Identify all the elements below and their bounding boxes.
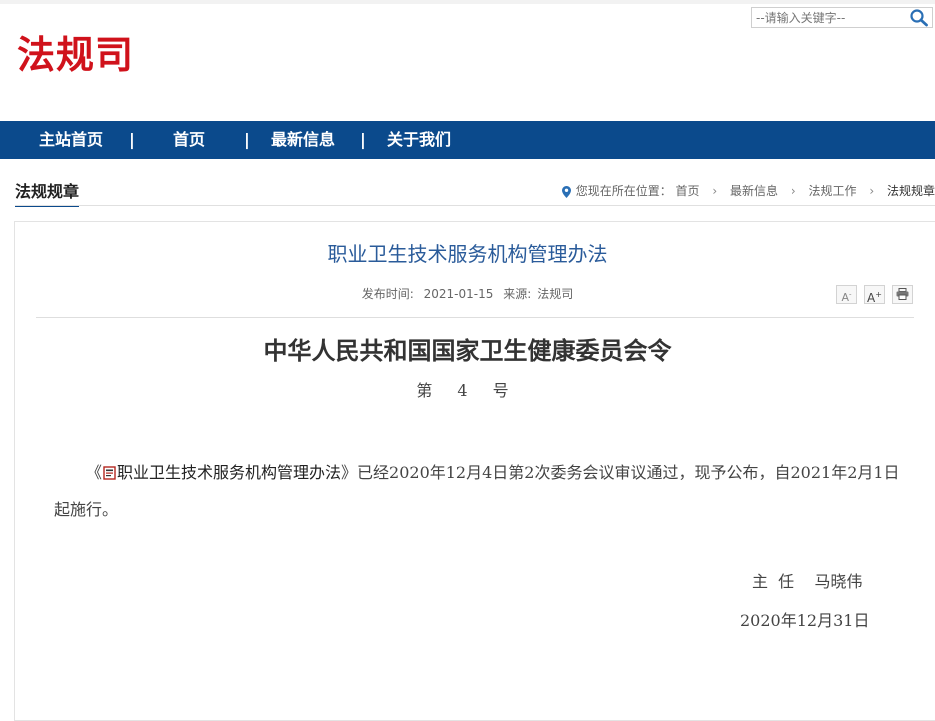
print-button[interactable]	[892, 285, 913, 304]
font-increase-button[interactable]: A+	[864, 285, 885, 305]
order-body: 《职业卫生技术服务机构管理办法》已经2020年12月4日第2次委务会议审议通过，…	[54, 454, 904, 528]
nav-separator: |	[244, 130, 250, 149]
breadcrumb-prefix: 您现在所在位置：	[575, 184, 672, 198]
body-open-bracket: 《	[86, 463, 103, 482]
breadcrumb: 您现在所在位置： 首页 › 最新信息 › 法规工作 › 法规规章	[561, 183, 935, 199]
breadcrumb-legal-work[interactable]: 法规工作	[809, 184, 857, 198]
order-date: 2020年12月31日	[740, 611, 870, 630]
source-label: 来源:	[503, 287, 532, 301]
nav-item-main-site-home[interactable]: 主站首页	[39, 121, 103, 159]
chevron-right-icon: ›	[790, 184, 796, 198]
order-title: 中华人民共和国国家卫生健康委员会令	[263, 336, 672, 365]
search-input[interactable]	[754, 9, 908, 26]
search-button[interactable]	[908, 8, 932, 27]
search-icon	[910, 9, 928, 27]
font-decrease-button[interactable]: A-	[836, 285, 857, 304]
section-divider	[15, 205, 935, 206]
regulation-link[interactable]: 职业卫生技术服务机构管理办法	[102, 463, 341, 482]
nav-separator: |	[129, 130, 135, 149]
publish-label: 发布时间:	[361, 287, 414, 301]
top-strip	[0, 0, 935, 4]
signature: 主 任 马晓伟	[752, 570, 863, 594]
print-icon	[896, 288, 909, 300]
nav-separator: |	[360, 130, 366, 149]
article-meta: 发布时间: 2021-01-15 来源: 法规司	[0, 286, 935, 302]
article-divider	[36, 317, 914, 318]
chevron-right-icon: ›	[869, 184, 875, 198]
nav-item-about-us[interactable]: 关于我们	[387, 121, 451, 159]
nav-item-home[interactable]: 首页	[173, 121, 205, 159]
signature-title: 主 任	[752, 572, 795, 591]
nav-item-latest-info[interactable]: 最新信息	[271, 121, 335, 159]
order-number: 第 4 号	[416, 381, 519, 400]
article-title: 职业卫生技术服务机构管理办法	[327, 242, 608, 266]
site-logo[interactable]: 法规司	[17, 36, 134, 74]
signature-name: 马晓伟	[814, 572, 863, 591]
search-box	[751, 7, 933, 28]
book-icon	[103, 466, 116, 480]
publish-date: 2021-01-15	[423, 287, 494, 301]
location-pin-icon	[561, 185, 571, 198]
breadcrumb-current: 法规规章	[886, 184, 935, 198]
breadcrumb-latest-info[interactable]: 最新信息	[730, 184, 778, 198]
chevron-right-icon: ›	[712, 184, 718, 198]
main-nav: 主站首页 | 首页 | 最新信息 | 关于我们	[0, 121, 935, 159]
font-decrease-icon: A-	[841, 290, 852, 304]
breadcrumb-home[interactable]: 首页	[676, 184, 700, 198]
section-title: 法规规章	[15, 182, 80, 207]
source-value: 法规司	[537, 287, 574, 301]
font-increase-icon: A+	[867, 290, 882, 305]
